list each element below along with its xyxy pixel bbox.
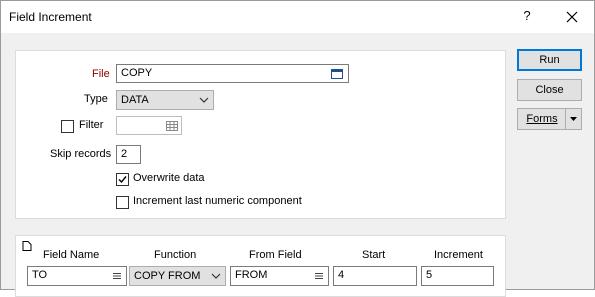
dialog-client-area: File COPY Type DATA Filter Skip records … — [1, 33, 594, 297]
list-icon[interactable] — [113, 272, 121, 280]
run-button[interactable]: Run — [517, 49, 582, 71]
field-name-input[interactable]: TO — [27, 266, 127, 286]
function-value: COPY FROM — [134, 270, 201, 282]
help-button[interactable]: ? — [519, 7, 535, 25]
overwrite-data-label: Overwrite data — [133, 172, 205, 184]
field-name-value: TO — [32, 269, 48, 281]
new-document-icon[interactable] — [22, 241, 32, 251]
start-input[interactable]: 4 — [333, 266, 417, 286]
skip-records-value: 2 — [121, 148, 128, 160]
increment-input[interactable]: 5 — [421, 266, 494, 286]
close-button[interactable]: Close — [517, 79, 582, 101]
col-header-from-field: From Field — [249, 249, 302, 261]
chevron-down-icon — [211, 273, 221, 279]
filter-checkbox[interactable] — [61, 120, 74, 133]
overwrite-data-checkbox[interactable] — [116, 173, 129, 186]
field-increment-dialog: Field Increment ? File COPY Type DATA Fi… — [0, 0, 595, 297]
from-field-value: FROM — [235, 269, 268, 281]
table-browse-icon[interactable] — [166, 121, 178, 131]
file-label: File — [92, 68, 110, 80]
from-field-input[interactable]: FROM — [230, 266, 329, 286]
dialog-title: Field Increment — [9, 10, 92, 24]
type-select[interactable]: DATA — [116, 90, 214, 110]
file-input[interactable]: COPY — [116, 64, 349, 83]
col-header-increment: Increment — [434, 249, 483, 261]
close-icon — [566, 11, 578, 23]
checkmark-icon — [118, 176, 127, 184]
caret-down-icon — [570, 117, 577, 121]
forms-dropdown-button[interactable] — [565, 108, 582, 130]
type-label: Type — [84, 93, 108, 105]
forms-button-label: Forms — [526, 113, 558, 125]
skip-records-label: Skip records — [50, 148, 112, 160]
file-value: COPY — [121, 67, 153, 79]
skip-records-input[interactable]: 2 — [116, 145, 141, 164]
increment-last-label: Increment last numeric component — [133, 195, 302, 207]
close-button-label: Close — [535, 84, 564, 96]
title-bar: Field Increment ? — [1, 1, 594, 33]
field-grid-panel: Field Name Function From Field Start Inc… — [15, 235, 506, 297]
close-window-button[interactable] — [561, 7, 583, 27]
increment-value: 5 — [426, 269, 433, 281]
filter-label: Filter — [79, 119, 104, 131]
col-header-start: Start — [362, 249, 386, 261]
type-value: DATA — [121, 94, 149, 106]
options-panel: File COPY Type DATA Filter Skip records … — [15, 50, 506, 219]
list-icon[interactable] — [315, 272, 323, 280]
col-header-function: Function — [154, 249, 197, 261]
increment-last-checkbox[interactable] — [116, 196, 129, 209]
function-select[interactable]: COPY FROM — [129, 266, 226, 286]
start-value: 4 — [338, 269, 345, 281]
window-browse-icon[interactable] — [331, 69, 343, 79]
run-button-label: Run — [539, 54, 560, 66]
col-header-field-name: Field Name — [43, 249, 100, 261]
chevron-down-icon — [199, 97, 209, 103]
filter-input[interactable] — [116, 116, 182, 135]
forms-button[interactable]: Forms — [517, 108, 566, 130]
